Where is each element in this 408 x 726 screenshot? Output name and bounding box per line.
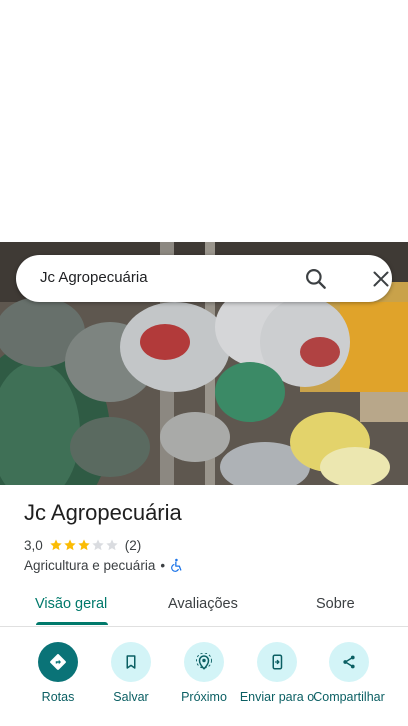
separator-dot: • (160, 557, 166, 573)
directions-label: Rotas (41, 690, 75, 704)
action-bar: Rotas Salvar Próximo Enviar para o Compa… (0, 628, 408, 726)
send-to-phone-icon (257, 642, 297, 682)
rating-stars (49, 538, 119, 552)
place-category[interactable]: Agricultura e pecuária (24, 558, 155, 573)
tab-reviews[interactable]: Avaliações (168, 596, 238, 612)
star-filled-icon (64, 539, 76, 551)
share-icon (329, 642, 369, 682)
save-label: Salvar (113, 690, 149, 704)
wheelchair-icon (170, 558, 184, 572)
active-tab-indicator (36, 622, 108, 625)
share-button[interactable]: Compartilhar (307, 642, 391, 704)
close-icon[interactable] (369, 267, 393, 291)
search-icon[interactable] (303, 266, 329, 292)
bookmark-icon (111, 642, 151, 682)
search-bar[interactable]: Jc Agropecuária (16, 255, 392, 302)
review-count[interactable]: (2) (125, 538, 142, 553)
category-row: Agricultura e pecuária • (24, 556, 184, 574)
save-button[interactable]: Salvar (89, 642, 173, 704)
star-empty-icon (106, 539, 118, 551)
share-label: Compartilhar (313, 690, 385, 704)
tab-about[interactable]: Sobre (316, 596, 355, 612)
tab-overview[interactable]: Visão geral (35, 596, 107, 612)
search-input[interactable]: Jc Agropecuária (40, 269, 148, 286)
send-to-phone-label: Enviar para o (239, 690, 315, 704)
star-empty-icon (92, 539, 104, 551)
nearby-icon (184, 642, 224, 682)
star-filled-icon (50, 539, 62, 551)
nearby-label: Próximo (181, 690, 227, 704)
star-filled-icon (78, 539, 90, 551)
directions-button[interactable]: Rotas (16, 642, 100, 704)
directions-icon (38, 642, 78, 682)
rating-row[interactable]: 3,0 (2) (24, 536, 141, 554)
map-blank-area (0, 0, 408, 242)
rating-value: 3,0 (24, 537, 43, 553)
nearby-button[interactable]: Próximo (162, 642, 246, 704)
place-title: Jc Agropecuária (24, 500, 182, 525)
place-tabs: Visão geral Avaliações Sobre (0, 584, 408, 627)
